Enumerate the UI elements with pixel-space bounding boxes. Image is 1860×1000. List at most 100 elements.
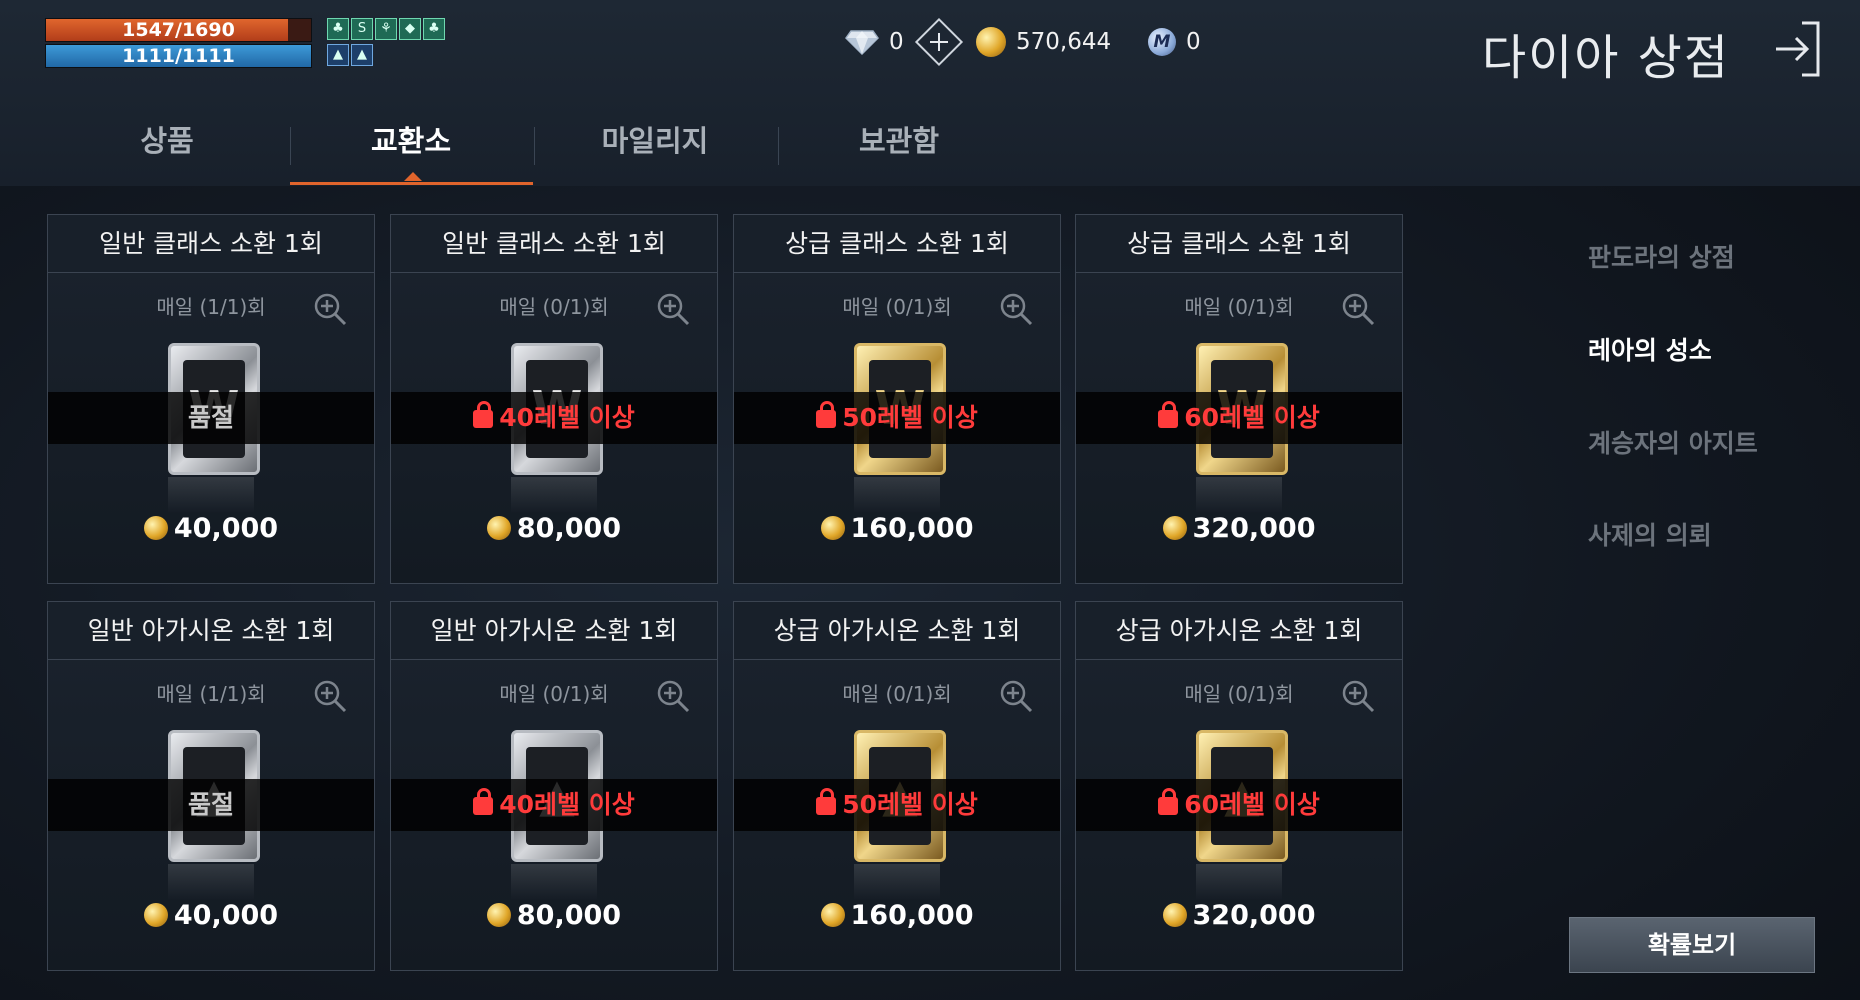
- exchange-item-card[interactable]: 상급 클래스 소환 1회매일 (0/1)회W50레벨 이상160,000: [733, 214, 1061, 584]
- zoom-in-icon[interactable]: [998, 678, 1034, 714]
- item-price: 40,000: [48, 900, 374, 931]
- item-title: 상급 아가시온 소환 1회: [1076, 602, 1402, 660]
- mileage-currency: M 0: [1148, 22, 1201, 62]
- mileage-amount: 0: [1186, 29, 1201, 55]
- card-reflection: [511, 864, 597, 900]
- card-reflection: [511, 477, 597, 513]
- gold-coin-icon: [486, 516, 511, 540]
- exchange-item-card[interactable]: 상급 클래스 소환 1회매일 (0/1)회W60레벨 이상320,000: [1075, 214, 1403, 584]
- gold-coin-icon: [1162, 903, 1187, 927]
- buff-icon[interactable]: ♣: [327, 18, 349, 40]
- sold-out-banner: 품절: [48, 392, 374, 444]
- mp-text: 1111/1111: [122, 45, 235, 67]
- item-price: 80,000: [391, 900, 717, 931]
- exchange-item-card[interactable]: 일반 아가시온 소환 1회매일 (0/1)회▲40레벨 이상80,000: [390, 601, 718, 971]
- buff-icon[interactable]: S: [351, 18, 373, 40]
- tab-products[interactable]: 상품: [47, 118, 287, 160]
- buff-icon[interactable]: ⚘: [375, 18, 397, 40]
- lock-icon: [1158, 788, 1179, 815]
- level-lock-banner: 50레벨 이상: [734, 392, 1060, 444]
- exchange-item-card[interactable]: 일반 클래스 소환 1회매일 (0/1)회W40레벨 이상80,000: [390, 214, 718, 584]
- gold-coin-icon: [1162, 516, 1187, 540]
- price-amount: 320,000: [1192, 900, 1316, 931]
- gold-coin-icon: [143, 516, 168, 540]
- zoom-in-icon[interactable]: [998, 291, 1034, 327]
- gold-currency: 570,644: [976, 22, 1111, 62]
- card-reflection: [1196, 864, 1282, 900]
- exit-icon[interactable]: [1772, 20, 1822, 78]
- item-title: 일반 클래스 소환 1회: [48, 215, 374, 273]
- exchange-item-card[interactable]: 상급 아가시온 소환 1회매일 (0/1)회▲60레벨 이상320,000: [1075, 601, 1403, 971]
- lock-icon: [473, 401, 494, 428]
- level-lock-banner: 40레벨 이상: [391, 779, 717, 831]
- tab-exchange[interactable]: 교환소: [291, 118, 531, 160]
- level-lock-banner: 60레벨 이상: [1076, 779, 1402, 831]
- status-text: 40레벨 이상: [499, 403, 635, 432]
- item-title: 일반 클래스 소환 1회: [391, 215, 717, 273]
- exchange-item-card[interactable]: 상급 아가시온 소환 1회매일 (0/1)회▲50레벨 이상160,000: [733, 601, 1061, 971]
- zoom-in-icon[interactable]: [312, 678, 348, 714]
- item-price: 80,000: [391, 513, 717, 544]
- level-lock-banner: 50레벨 이상: [734, 779, 1060, 831]
- buff-icon[interactable]: ▲: [327, 44, 349, 66]
- diamond-icon: [845, 30, 879, 55]
- item-title: 상급 아가시온 소환 1회: [734, 602, 1060, 660]
- menu-pandora-shop[interactable]: 판도라의 상점: [1588, 238, 1735, 274]
- menu-rhea-sanctuary[interactable]: 레아의 성소: [1588, 331, 1712, 367]
- active-tab-underline: [290, 182, 533, 185]
- zoom-in-icon[interactable]: [312, 291, 348, 327]
- buff-icon[interactable]: ♣: [423, 18, 445, 40]
- mp-bar: 1111/1111: [45, 44, 312, 68]
- exchange-item-card[interactable]: 일반 아가시온 소환 1회매일 (1/1)회▲품절40,000: [47, 601, 375, 971]
- tab-mileage[interactable]: 마일리지: [535, 118, 775, 160]
- status-text: 60레벨 이상: [1184, 790, 1320, 819]
- gold-coin-icon: [820, 516, 845, 540]
- status-text: 40레벨 이상: [499, 790, 635, 819]
- level-lock-banner: 40레벨 이상: [391, 392, 717, 444]
- zoom-in-icon[interactable]: [1340, 291, 1376, 327]
- price-amount: 160,000: [850, 513, 974, 544]
- page-title: 다이아 상점: [1481, 30, 1730, 86]
- exchange-item-card[interactable]: 일반 클래스 소환 1회매일 (1/1)회W품절40,000: [47, 214, 375, 584]
- card-reflection: [854, 477, 940, 513]
- card-reflection: [168, 477, 254, 513]
- level-lock-banner: 60레벨 이상: [1076, 392, 1402, 444]
- hp-text: 1547/1690: [122, 19, 235, 41]
- price-amount: 80,000: [516, 900, 622, 931]
- mileage-icon: M: [1148, 28, 1176, 56]
- card-reflection: [854, 864, 940, 900]
- lock-icon: [816, 788, 837, 815]
- status-text: 품절: [187, 790, 234, 819]
- gold-coin-icon: [486, 903, 511, 927]
- add-diamond-icon[interactable]: [914, 17, 963, 67]
- gold-coin-icon: [820, 903, 845, 927]
- menu-successor-hideout[interactable]: 계승자의 아지트: [1588, 424, 1758, 460]
- item-price: 40,000: [48, 513, 374, 544]
- gold-amount: 570,644: [1016, 29, 1112, 55]
- item-title: 일반 아가시온 소환 1회: [48, 602, 374, 660]
- view-probability-button[interactable]: 확률보기: [1569, 917, 1815, 973]
- gold-coin-icon: [976, 27, 1006, 57]
- buff-icon[interactable]: ◆: [399, 18, 421, 40]
- item-title: 일반 아가시온 소환 1회: [391, 602, 717, 660]
- price-amount: 160,000: [850, 900, 974, 931]
- item-price: 320,000: [1076, 900, 1402, 931]
- item-price: 160,000: [734, 513, 1060, 544]
- diamond-currency: 0: [845, 17, 963, 67]
- menu-priest-request[interactable]: 사제의 의뢰: [1588, 516, 1712, 552]
- item-price: 320,000: [1076, 513, 1402, 544]
- zoom-in-icon[interactable]: [655, 291, 691, 327]
- tab-storage[interactable]: 보관함: [779, 118, 1019, 160]
- item-price: 160,000: [734, 900, 1060, 931]
- status-text: 50레벨 이상: [842, 403, 978, 432]
- hp-bar: 1547/1690: [45, 18, 312, 42]
- diamond-amount: 0: [889, 29, 904, 55]
- item-title: 상급 클래스 소환 1회: [734, 215, 1060, 273]
- zoom-in-icon[interactable]: [1340, 678, 1376, 714]
- gold-coin-icon: [143, 903, 168, 927]
- status-text: 60레벨 이상: [1184, 403, 1320, 432]
- sold-out-banner: 품절: [48, 779, 374, 831]
- zoom-in-icon[interactable]: [655, 678, 691, 714]
- price-amount: 80,000: [516, 513, 622, 544]
- buff-icon[interactable]: ▲: [351, 44, 373, 66]
